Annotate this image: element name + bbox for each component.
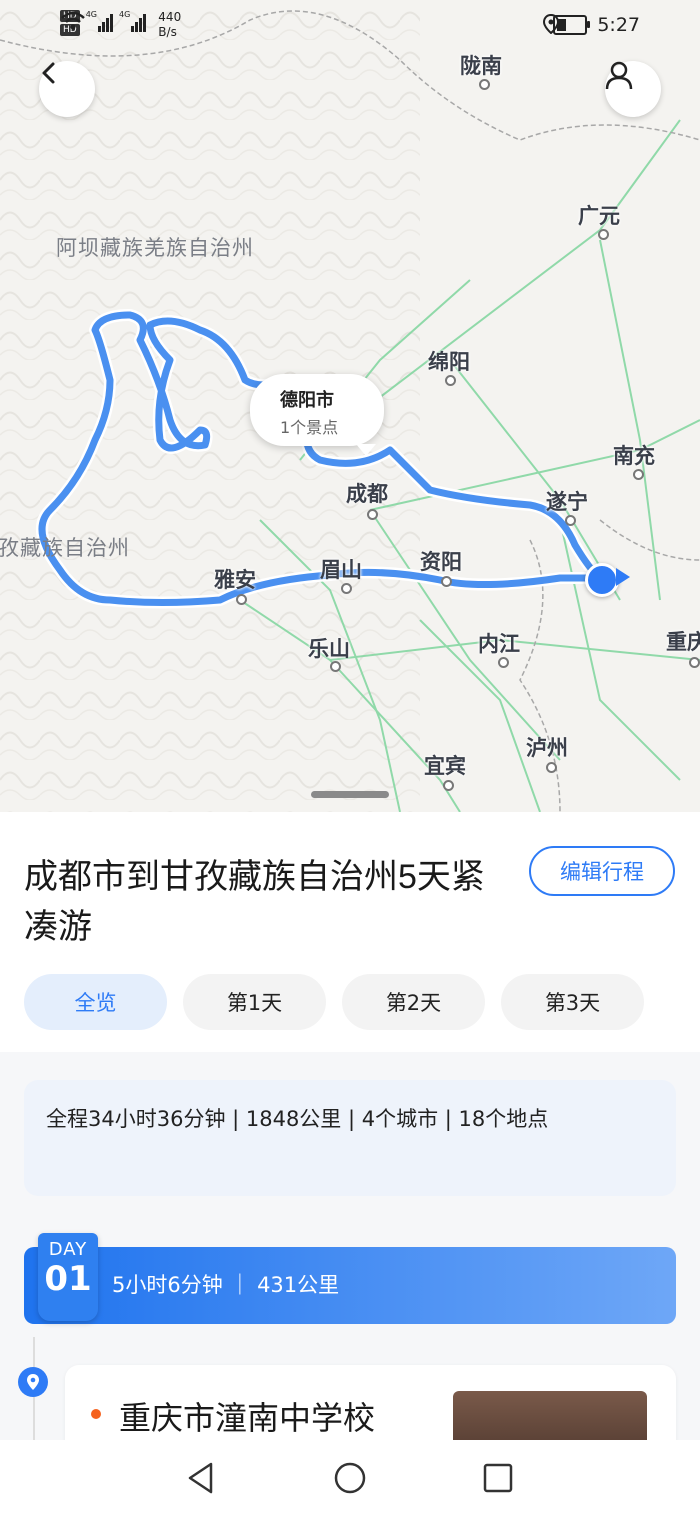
tooltip-title: 德阳市 — [280, 390, 334, 411]
status-left: HD HD 4G 4G 440 B/s — [60, 10, 181, 40]
system-nav-bar — [0, 1440, 700, 1516]
day-badge-number: 01 — [44, 1259, 92, 1299]
day-header[interactable]: DAY 01 5小时6分钟 ｜ 431公里 — [24, 1233, 676, 1324]
triangle-back-icon — [188, 1462, 213, 1494]
city-dot — [479, 79, 490, 90]
city-label: 陇南 — [460, 55, 502, 78]
profile-button[interactable] — [605, 61, 661, 117]
city-label: 广元 — [578, 205, 620, 228]
back-button[interactable] — [39, 61, 95, 117]
city-label: 内江 — [478, 633, 520, 656]
day-badge: DAY 01 — [38, 1233, 98, 1321]
city-label: 雅安 — [214, 569, 256, 592]
network-speed: 440 B/s — [158, 10, 182, 39]
signal-icon: 4G — [86, 10, 113, 32]
city-dot — [341, 583, 352, 594]
city-dot — [565, 515, 576, 526]
city-dot — [330, 661, 341, 672]
city-dot — [689, 657, 700, 668]
city-dot — [546, 762, 557, 773]
region-label: 阿坝藏族羌族自治州 — [56, 237, 254, 260]
city-dot — [443, 780, 454, 791]
trip-summary: 全程34小时36分钟 | 1848公里 | 4个城市 | 18个地点 — [24, 1080, 676, 1196]
nav-back-button[interactable] — [183, 1460, 219, 1496]
city-label: 绵阳 — [428, 351, 470, 374]
city-label: 泸州 — [526, 737, 568, 760]
status-right: 5:27 — [543, 14, 640, 36]
tab-overview[interactable]: 全览 — [24, 974, 167, 1030]
city-tooltip[interactable]: 德阳市 1个景点 — [250, 374, 384, 456]
region-label: 孜藏族自治州 — [0, 537, 130, 560]
tooltip-subtitle: 1个景点 — [280, 418, 339, 437]
city-dot — [236, 594, 247, 605]
city-dot — [367, 509, 378, 520]
city-label: 资阳 — [420, 551, 462, 574]
day-badge-label: DAY — [48, 1239, 88, 1260]
city-label: 遂宁 — [546, 491, 588, 514]
day-tabs: 全览 第1天 第2天 第3天 — [24, 974, 644, 1030]
edit-itinerary-button[interactable]: 编辑行程 — [529, 846, 675, 896]
stop-name: 重庆市潼南中学校 — [119, 1400, 376, 1436]
nav-home-button[interactable] — [332, 1460, 368, 1496]
city-dot — [498, 657, 509, 668]
trip-title: 成都市到甘孜藏族自治州5天紧凑游 — [24, 858, 485, 946]
city-label: 眉山 — [320, 559, 362, 582]
trip-sheet: 成都市到甘孜藏族自治州5天紧凑游 编辑行程 全览 第1天 第2天 第3天 全程3… — [0, 812, 700, 1440]
tab-day-1[interactable]: 第1天 — [183, 974, 326, 1030]
stop-thumbnail — [453, 1391, 647, 1440]
city-dot — [441, 576, 452, 587]
city-label: 乐山 — [308, 638, 350, 661]
tab-day-3[interactable]: 第3天 — [501, 974, 644, 1030]
status-time: 5:27 — [597, 14, 640, 36]
square-recents-icon — [483, 1463, 513, 1493]
battery-icon — [553, 15, 591, 35]
city-label: 南充 — [613, 445, 655, 468]
stop-card[interactable]: 重庆市潼南中学校 — [65, 1365, 676, 1440]
city-dot — [445, 375, 456, 386]
status-bar: HD HD 4G 4G 440 B/s 5:27 — [0, 0, 700, 52]
city-label: 宜宾 — [424, 755, 466, 778]
city-dot — [633, 469, 644, 480]
stop-bullet — [91, 1409, 101, 1419]
city-label: 重庆 — [666, 631, 700, 654]
nav-recents-button[interactable] — [480, 1460, 516, 1496]
city-dot — [598, 229, 609, 240]
sheet-drag-handle[interactable] — [311, 791, 389, 798]
circle-home-icon — [334, 1462, 366, 1494]
tab-day-2[interactable]: 第2天 — [342, 974, 485, 1030]
city-label: 成都 — [346, 483, 388, 506]
map-pin-icon — [18, 1367, 48, 1397]
direction-arrow-icon — [616, 568, 630, 586]
day-info: 5小时6分钟 ｜ 431公里 — [112, 1273, 340, 1297]
map-view[interactable]: HD HD 4G 4G 440 B/s 5:27 阿坝藏族羌族自治州 孜藏族自治… — [0, 0, 700, 812]
current-location-marker — [585, 563, 619, 597]
signal-icon: 4G — [119, 10, 147, 32]
